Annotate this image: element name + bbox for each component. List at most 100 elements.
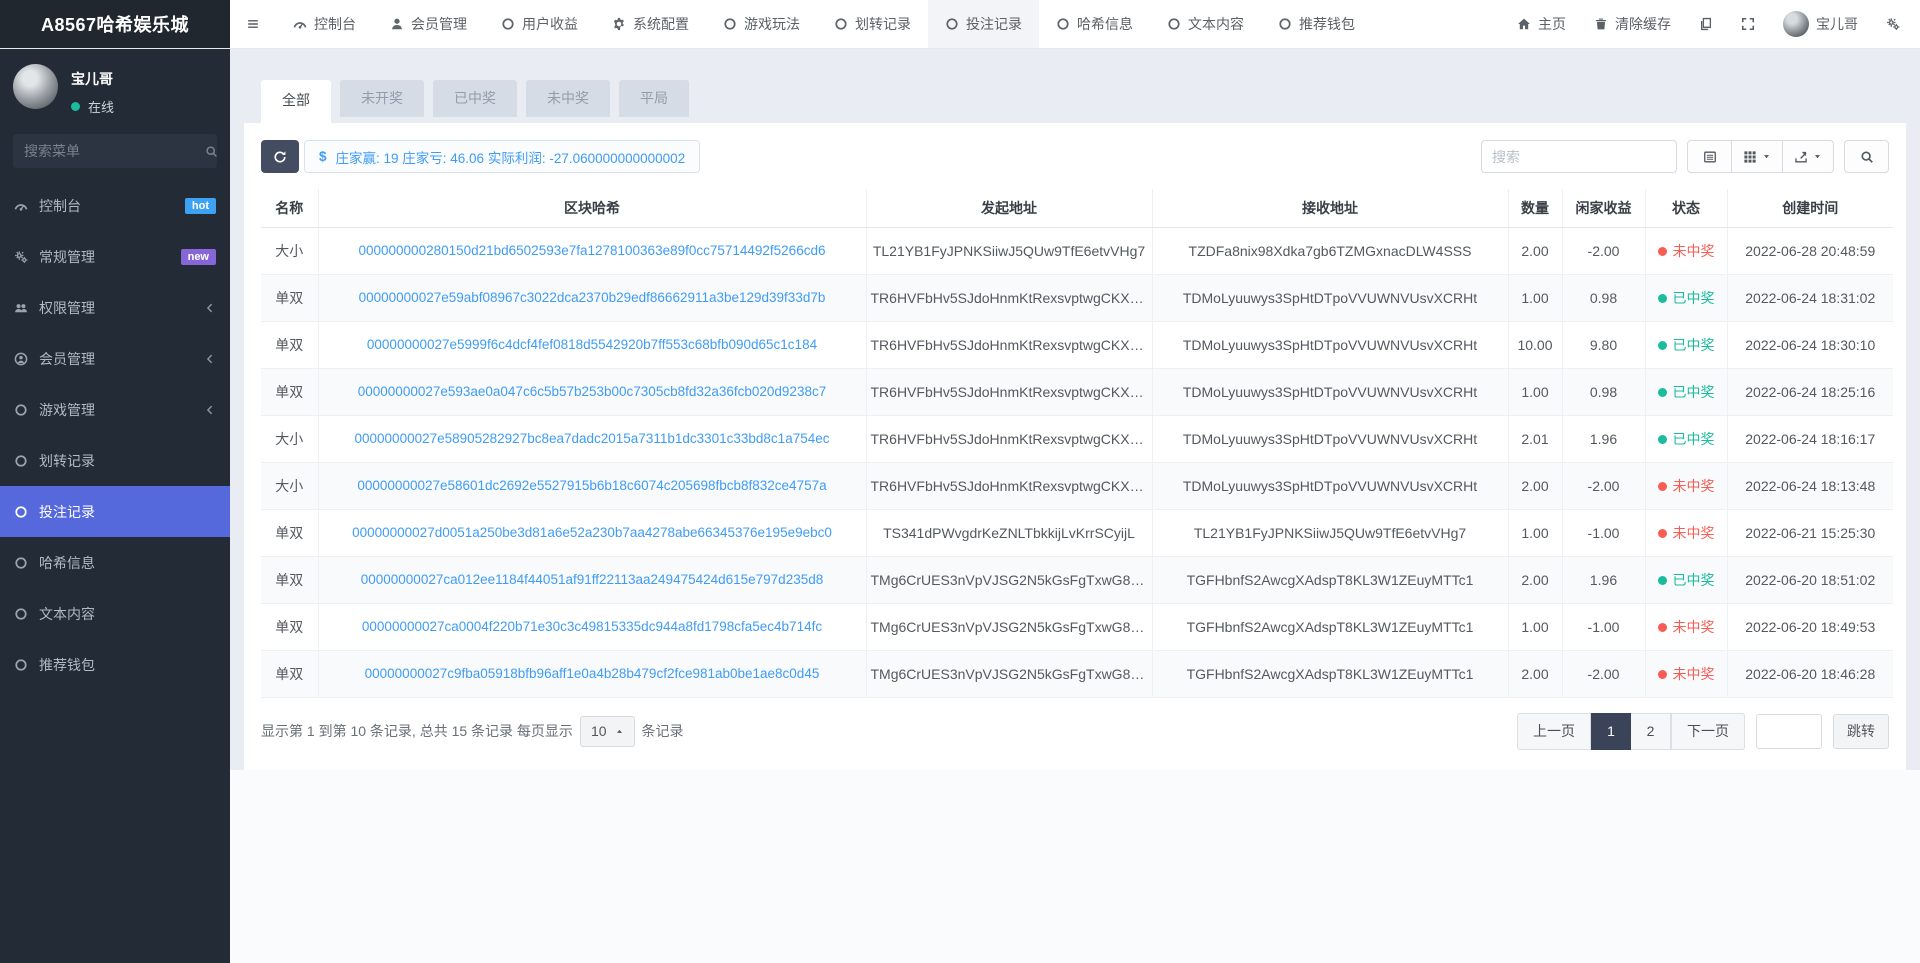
search-button[interactable] xyxy=(1844,140,1889,173)
status-label: 已中奖 xyxy=(1672,430,1715,447)
settings-button[interactable] xyxy=(1872,0,1914,48)
circle-icon xyxy=(14,607,28,621)
table-row[interactable]: 单双 00000000027c9fba05918bfb96aff1e0a4b28… xyxy=(261,650,1893,698)
copy-button[interactable] xyxy=(1685,0,1727,48)
columns-button[interactable] xyxy=(1732,140,1783,173)
sidebar-item[interactable]: 投注记录 xyxy=(0,486,230,537)
pagination: 上一页 12 下一页 跳转 xyxy=(1517,712,1889,750)
topnav-item-label: 划转记录 xyxy=(855,16,911,32)
topnav-item[interactable]: 文本内容 xyxy=(1150,0,1261,48)
topnav-item[interactable]: 系统配置 xyxy=(595,0,706,48)
sidebar-item[interactable]: 控制台 hot xyxy=(0,180,230,231)
table-row[interactable]: 大小 000000000280150d21bd6502593e7fa127810… xyxy=(261,227,1893,275)
column-header[interactable]: 区块哈希 xyxy=(318,189,867,228)
table-row[interactable]: 大小 00000000027e58905282927bc8ea7dadc2015… xyxy=(261,415,1893,463)
sidebar-item[interactable]: 常规管理 new xyxy=(0,231,230,282)
tab[interactable]: 全部 xyxy=(261,80,331,123)
topnav-item[interactable]: 投注记录 xyxy=(928,0,1039,48)
tab[interactable]: 未中奖 xyxy=(526,80,610,117)
cell-block-hash-link[interactable]: 00000000027c9fba05918bfb96aff1e0a4b28b47… xyxy=(318,650,867,698)
table-search-input[interactable] xyxy=(1481,140,1677,173)
angle-left-icon xyxy=(204,353,216,365)
user-menu[interactable]: 宝儿哥 xyxy=(1769,0,1872,48)
home-button[interactable]: 主页 xyxy=(1503,0,1580,48)
status-dot xyxy=(1657,669,1667,679)
sidebar-item[interactable]: 权限管理 xyxy=(0,282,230,333)
detail-view-button[interactable] xyxy=(1687,140,1732,173)
column-header[interactable]: 状态 xyxy=(1645,189,1728,228)
table-row[interactable]: 大小 00000000027e58601dc2692e5527915b6b18c… xyxy=(261,462,1893,510)
home-icon xyxy=(1517,17,1531,31)
topnav-item[interactable]: 游戏玩法 xyxy=(706,0,817,48)
tachometer-icon xyxy=(14,199,28,213)
status-dot xyxy=(1657,340,1667,350)
refresh-button[interactable] xyxy=(261,140,299,173)
sidebar-toggle-icon[interactable] xyxy=(230,0,276,48)
cell-block-hash-link[interactable]: 00000000027ca0004f220b71e30c3c49815335dc… xyxy=(318,603,867,651)
records-card: $ 庄家赢: 19 庄家亏: 46.06 实际利润: -27.060000000… xyxy=(244,123,1906,770)
topnav-item[interactable]: 推荐钱包 xyxy=(1261,0,1372,48)
tab[interactable]: 未开奖 xyxy=(340,80,424,117)
topnav-item[interactable]: 会员管理 xyxy=(373,0,484,48)
topnav-item-label: 会员管理 xyxy=(411,16,467,32)
page-jump-button[interactable]: 跳转 xyxy=(1833,713,1889,749)
page-number-button[interactable]: 2 xyxy=(1631,712,1671,750)
table-footer: 显示第 1 到第 10 条记录, 总共 15 条记录 每页显示 10 条记录 上… xyxy=(261,712,1889,750)
cell-block-hash-link[interactable]: 00000000027e58905282927bc8ea7dadc2015a73… xyxy=(318,415,867,463)
cell-block-hash-link[interactable]: 00000000027e593ae0a047c6c5b57b253b00c730… xyxy=(318,368,867,416)
prev-page-button[interactable]: 上一页 xyxy=(1517,712,1591,750)
fullscreen-button[interactable] xyxy=(1727,0,1769,48)
topnav-item[interactable]: 用户收益 xyxy=(484,0,595,48)
cell-amount: 2.00 xyxy=(1508,227,1563,275)
menu-search-input[interactable] xyxy=(24,143,205,159)
table-row[interactable]: 单双 00000000027ca0004f220b71e30c3c4981533… xyxy=(261,603,1893,651)
tachometer-icon xyxy=(293,17,307,31)
table-row[interactable]: 单双 00000000027ca012ee1184f44051af91ff221… xyxy=(261,556,1893,604)
tab[interactable]: 已中奖 xyxy=(433,80,517,117)
column-header[interactable]: 数量 xyxy=(1508,189,1563,228)
status-badge: 已中奖 xyxy=(1657,384,1715,400)
cell-created-time: 2022-06-21 15:25:30 xyxy=(1727,509,1893,557)
table-row[interactable]: 单双 00000000027e59abf08967c3022dca2370b29… xyxy=(261,274,1893,322)
cell-block-hash-link[interactable]: 000000000280150d21bd6502593e7fa127810036… xyxy=(318,227,867,275)
table-row[interactable]: 单双 00000000027e593ae0a047c6c5b57b253b00c… xyxy=(261,368,1893,416)
table-row[interactable]: 单双 00000000027d0051a250be3d81a6e52a230b7… xyxy=(261,509,1893,557)
cell-from-address: TMg6CrUES3nVpVJSG2N5kGsFgTxwG88888 xyxy=(866,650,1153,698)
tab-label: 未开奖 xyxy=(361,90,403,106)
clear-cache-button[interactable]: 清除缓存 xyxy=(1580,0,1685,48)
cell-block-hash-link[interactable]: 00000000027ca012ee1184f44051af91ff22113a… xyxy=(318,556,867,604)
sidebar-item[interactable]: 会员管理 xyxy=(0,333,230,384)
table-row[interactable]: 单双 00000000027e5999f6c4dcf4fef0818d55429… xyxy=(261,321,1893,369)
topnav-item[interactable]: 控制台 xyxy=(276,0,373,48)
cell-name: 大小 xyxy=(261,415,319,463)
topnav-item[interactable]: 划转记录 xyxy=(817,0,928,48)
status-dot xyxy=(1657,293,1667,303)
online-label: 在线 xyxy=(88,100,115,115)
page-jump-input[interactable] xyxy=(1756,713,1822,749)
page-number-button[interactable]: 1 xyxy=(1591,712,1631,750)
sidebar-item[interactable]: 游戏管理 xyxy=(0,384,230,435)
circle-icon xyxy=(834,17,848,31)
column-header[interactable]: 发起地址 xyxy=(866,189,1153,228)
sidebar-item[interactable]: 哈希信息 xyxy=(0,537,230,588)
sidebar-item[interactable]: 文本内容 xyxy=(0,588,230,639)
cell-created-time: 2022-06-24 18:31:02 xyxy=(1727,274,1893,322)
next-page-button[interactable]: 下一页 xyxy=(1671,712,1745,750)
page-size-select[interactable]: 10 xyxy=(579,715,635,747)
cell-block-hash-link[interactable]: 00000000027e5999f6c4dcf4fef0818d5542920b… xyxy=(318,321,867,369)
cell-to-address: TDMoLyuuwys3SpHtDTpoVVUWNVUsvXCRHt xyxy=(1152,415,1509,463)
column-header[interactable]: 闲家收益 xyxy=(1562,189,1646,228)
topnav-item[interactable]: 哈希信息 xyxy=(1039,0,1150,48)
sidebar-item[interactable]: 划转记录 xyxy=(0,435,230,486)
status-badge: 已中奖 xyxy=(1657,337,1715,353)
column-header[interactable]: 接收地址 xyxy=(1152,189,1509,228)
cell-block-hash-link[interactable]: 00000000027e59abf08967c3022dca2370b29edf… xyxy=(318,274,867,322)
column-header[interactable]: 名称 xyxy=(261,189,319,228)
trash-icon xyxy=(1594,17,1608,31)
column-header[interactable]: 创建时间 xyxy=(1727,189,1893,228)
export-button[interactable] xyxy=(1783,140,1834,173)
sidebar-item[interactable]: 推荐钱包 xyxy=(0,639,230,690)
cell-block-hash-link[interactable]: 00000000027d0051a250be3d81a6e52a230b7aa4… xyxy=(318,509,867,557)
tab[interactable]: 平局 xyxy=(619,80,689,117)
cell-block-hash-link[interactable]: 00000000027e58601dc2692e5527915b6b18c607… xyxy=(318,462,867,510)
